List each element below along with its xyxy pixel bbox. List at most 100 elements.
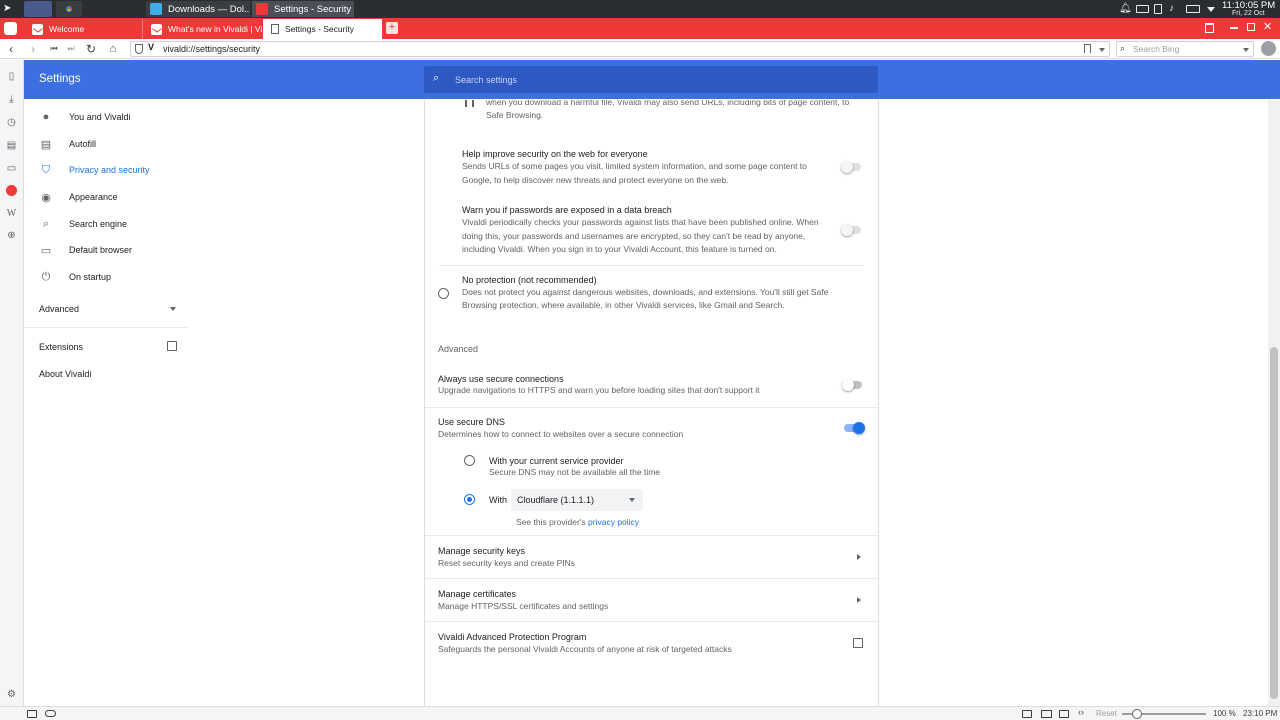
sidebar-item-autofill[interactable]: ▤ Autofill — [24, 131, 189, 157]
image-toggle-icon[interactable] — [1059, 710, 1069, 718]
tab-welcome[interactable]: Welcome — [24, 19, 142, 39]
sidebar-advanced-toggle[interactable]: Advanced — [24, 296, 189, 322]
dns-current-provider-radio[interactable] — [464, 455, 475, 466]
sidebar-item-label: Appearance — [69, 192, 118, 202]
no-protection-radio[interactable] — [438, 288, 449, 299]
page-icon — [271, 24, 279, 34]
https-toggle[interactable] — [842, 378, 862, 392]
dns-provider-select[interactable]: Cloudflare (1.1.1.1) — [511, 489, 643, 511]
help-improve-toggle[interactable] — [841, 160, 861, 174]
clipboard-icon: ▤ — [40, 138, 52, 151]
sidebar-item-privacy-and-security[interactable]: ⛉ Privacy and security — [24, 157, 189, 183]
url-field[interactable]: V vivaldi://settings/security — [130, 41, 1110, 57]
window-panel-icon[interactable]: ▭ — [4, 161, 19, 176]
chevron-down-icon[interactable] — [1099, 48, 1105, 52]
search-settings-input[interactable]: ⌕ Search settings — [424, 66, 878, 93]
keyboard-icon[interactable] — [1136, 5, 1149, 13]
vivaldi-menu-button[interactable] — [4, 22, 17, 35]
secure-dns-desc: Determines how to connect to websites ov… — [438, 429, 684, 439]
shield-icon: ⛉ — [41, 163, 51, 176]
cloud-sync-icon[interactable] — [45, 710, 56, 717]
sidebar-item-extensions[interactable]: Extensions — [24, 334, 189, 360]
secure-dns-toggle[interactable] — [844, 421, 865, 435]
advanced-protection-title: Vivaldi Advanced Protection Program — [438, 632, 587, 642]
taskbar-window-downloads[interactable]: Downloads — Dol... — [146, 1, 250, 17]
clipboard-tray-icon[interactable] — [1154, 4, 1162, 14]
rewind-button[interactable]: ⏮ — [46, 41, 62, 57]
search-engine-field[interactable]: ⌕ Search Bing — [1116, 41, 1254, 57]
bar-chart-icon — [465, 100, 474, 107]
taskbar-window-settings[interactable]: Settings - Security ... — [252, 1, 354, 17]
taskbar-window-label: Settings - Security ... — [274, 3, 354, 15]
trash-icon[interactable] — [1205, 23, 1214, 33]
advanced-protection-row[interactable]: Vivaldi Advanced Protection Program Safe… — [425, 622, 878, 664]
bookmarks-panel-icon[interactable]: ▯ — [4, 69, 19, 84]
zoom-slider-knob[interactable] — [1132, 709, 1142, 719]
tab-whats-new[interactable]: What's new in Vivaldi | Viv... — [142, 19, 262, 39]
forward-button[interactable]: › — [25, 41, 41, 57]
dns-policy-prefix: See this provider's — [516, 517, 586, 527]
new-tab-button[interactable]: + — [386, 22, 398, 34]
add-panel-icon[interactable]: ⊕ — [4, 228, 19, 243]
history-panel-icon[interactable]: ◷ — [4, 115, 19, 130]
maximize-button[interactable] — [1247, 23, 1255, 31]
sidebar-item-you-and-vivaldi[interactable]: ● You and Vivaldi — [24, 104, 189, 130]
expand-tray-icon[interactable] — [1207, 7, 1215, 12]
close-window-button[interactable]: ✕ — [1263, 20, 1272, 33]
vivaldi-taskbar-icon[interactable] — [24, 1, 52, 17]
battery-icon[interactable] — [1186, 5, 1200, 13]
scrollbar-thumb[interactable] — [1270, 347, 1278, 699]
sidebar-item-default-browser[interactable]: ▭ Default browser — [24, 237, 189, 263]
zoom-slider[interactable] — [1122, 709, 1206, 719]
page-actions-icon[interactable]: ‹› — [1078, 707, 1084, 717]
taskbar-window-label: Downloads — Dol... — [168, 3, 250, 15]
tab-label: Welcome — [49, 24, 85, 34]
app-launcher-icon[interactable]: ➤ — [3, 3, 15, 15]
sidebar-item-label: You and Vivaldi — [69, 112, 131, 122]
sidebar-item-about-vivaldi[interactable]: About Vivaldi — [24, 361, 189, 387]
warn-breach-toggle[interactable] — [841, 223, 861, 237]
shield-icon[interactable] — [135, 44, 143, 54]
sidebar-divider — [24, 327, 189, 328]
volume-icon[interactable]: ♪ — [1169, 3, 1174, 14]
help-improve-desc: Sends URLs of some pages you visit, limi… — [462, 161, 807, 171]
downloads-panel-icon[interactable]: ⤓ — [4, 92, 19, 107]
minimize-button[interactable] — [1230, 27, 1238, 29]
no-protection-desc: Browsing protection, where available, in… — [462, 300, 785, 310]
security-keys-desc: Reset security keys and create PINs — [438, 558, 576, 568]
notifications-icon[interactable]: 🔔︎ — [1119, 3, 1132, 14]
settings-sidebar: ● You and Vivaldi ▤ Autofill ⛉ Privacy a… — [24, 100, 189, 706]
tab-settings-security[interactable]: Settings - Security — [263, 19, 382, 39]
panel-toggle-icon[interactable] — [27, 710, 37, 718]
manage-certificates-row[interactable]: Manage certificates Manage HTTPS/SSL cer… — [425, 579, 878, 621]
dns-custom-provider-radio[interactable] — [464, 494, 475, 505]
advanced-protection-desc: Safeguards the personal Vivaldi Accounts… — [438, 644, 732, 654]
reload-button[interactable]: ↻ — [83, 41, 99, 57]
settings-main-panel: when you download a harmful file, Vivald… — [424, 100, 879, 706]
zoom-reset-button[interactable]: Reset — [1096, 709, 1117, 718]
chevron-down-icon — [629, 498, 635, 502]
notes-panel-icon[interactable]: ▤ — [4, 138, 19, 153]
chevron-down-icon[interactable] — [1243, 48, 1249, 52]
chrome-taskbar-icon[interactable] — [56, 1, 82, 17]
home-button[interactable]: ⌂ — [105, 41, 121, 57]
back-button[interactable]: ‹ — [3, 41, 19, 57]
vivaldi-badge-icon: V — [148, 42, 155, 52]
sidebar-item-on-startup[interactable]: ⏻ On startup — [24, 264, 189, 290]
tiling-icon[interactable] — [1041, 710, 1052, 718]
bookmark-icon[interactable] — [1084, 44, 1091, 53]
fast-forward-button[interactable]: ⏭ — [63, 41, 79, 57]
settings-gear-icon[interactable]: ⚙ — [4, 687, 19, 702]
sidebar-item-appearance[interactable]: ◉ Appearance — [24, 184, 189, 210]
page-scrollbar[interactable] — [1268, 100, 1280, 706]
sidebar-item-label: Default browser — [69, 245, 133, 255]
capture-icon[interactable] — [1022, 710, 1032, 718]
profile-avatar[interactable] — [1261, 41, 1276, 56]
help-improve-title: Help improve security on the web for eve… — [462, 149, 648, 159]
secure-dns-title: Use secure DNS — [438, 417, 506, 427]
wikipedia-panel-icon[interactable]: W — [4, 206, 19, 221]
sidebar-item-search-engine[interactable]: ⌕ Search engine — [24, 211, 189, 237]
privacy-policy-link[interactable]: privacy policy — [588, 517, 639, 527]
manage-security-keys-row[interactable]: Manage security keys Reset security keys… — [425, 536, 878, 578]
vivaldi-panel-icon[interactable] — [4, 183, 19, 198]
